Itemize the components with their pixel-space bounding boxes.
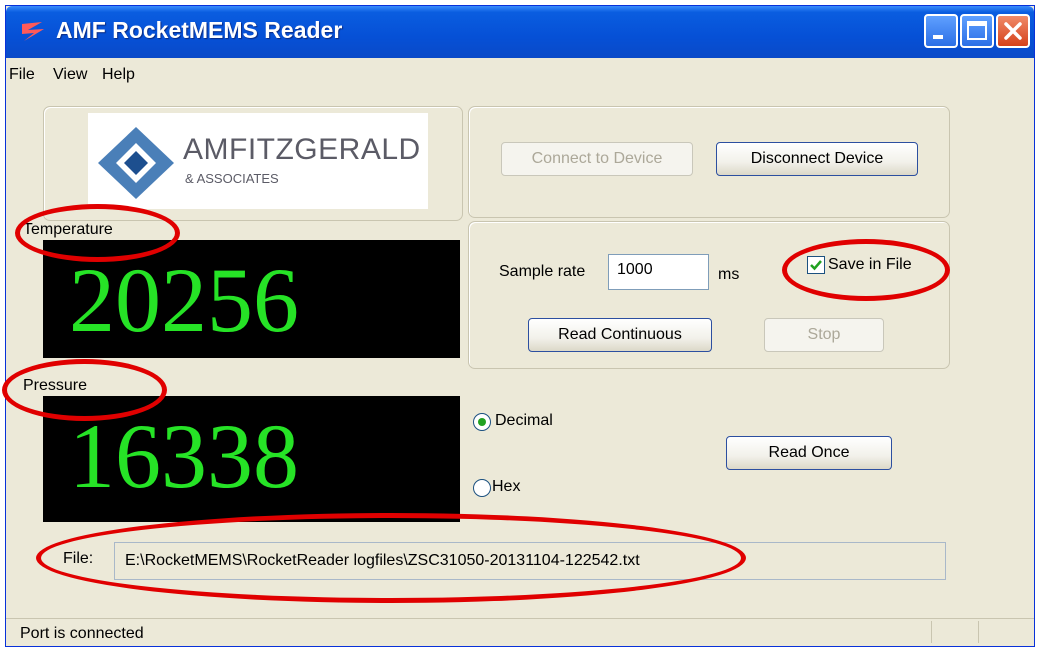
menu-bar: File View Help — [6, 58, 1034, 90]
menu-view[interactable]: View — [53, 66, 87, 84]
file-path-field[interactable]: E:\RocketMEMS\RocketReader logfiles\ZSC3… — [114, 542, 946, 580]
read-once-button[interactable]: Read Once — [726, 436, 892, 470]
logo-diamond-icon — [98, 127, 174, 199]
connect-button[interactable]: Connect to Device — [501, 142, 693, 176]
status-text: Port is connected — [20, 625, 144, 642]
file-label: File: — [63, 550, 94, 567]
temperature-value: 20256 — [69, 249, 299, 351]
status-bar: Port is connected — [6, 618, 1034, 647]
pressure-label: Pressure — [23, 377, 88, 394]
stop-button[interactable]: Stop — [764, 318, 884, 352]
radio-selected-icon — [478, 418, 486, 426]
temperature-display: 20256 — [43, 240, 460, 358]
maximize-button[interactable] — [960, 14, 994, 48]
save-in-file-checkbox[interactable] — [807, 256, 825, 274]
decimal-radio[interactable] — [473, 413, 491, 431]
disconnect-button[interactable]: Disconnect Device — [716, 142, 918, 176]
minimize-button[interactable] — [924, 14, 958, 48]
status-divider — [931, 621, 932, 643]
pressure-display: 16338 — [43, 396, 460, 522]
sample-rate-unit: ms — [718, 266, 740, 283]
logo-name: AMFITZGERALD — [183, 133, 421, 166]
checkmark-icon — [810, 260, 822, 271]
title-bar[interactable]: AMF RocketMEMS Reader — [6, 6, 1034, 58]
window-title: AMF RocketMEMS Reader — [56, 17, 343, 43]
hex-label: Hex — [492, 478, 521, 495]
maximize-icon — [967, 21, 987, 40]
hex-radio[interactable] — [473, 479, 491, 497]
sample-rate-label: Sample rate — [499, 263, 586, 280]
pressure-value: 16338 — [69, 405, 299, 507]
close-icon — [1004, 22, 1022, 40]
menu-help[interactable]: Help — [102, 66, 135, 84]
sample-rate-input[interactable]: 1000 — [608, 254, 709, 290]
save-in-file-label: Save in File — [828, 256, 912, 273]
app-window: AMF RocketMEMS Reader File View Help AMF… — [2, 5, 1035, 647]
close-button[interactable] — [996, 14, 1030, 48]
app-icon — [22, 22, 44, 41]
status-divider — [978, 621, 979, 643]
company-logo: AMFITZGERALD & ASSOCIATES — [88, 113, 428, 209]
minimize-icon — [933, 35, 943, 39]
decimal-label: Decimal — [495, 412, 553, 429]
menu-file[interactable]: File — [9, 66, 35, 84]
logo-subtitle: & ASSOCIATES — [185, 171, 279, 186]
read-continuous-button[interactable]: Read Continuous — [528, 318, 712, 352]
temperature-label: Temperature — [23, 221, 113, 238]
